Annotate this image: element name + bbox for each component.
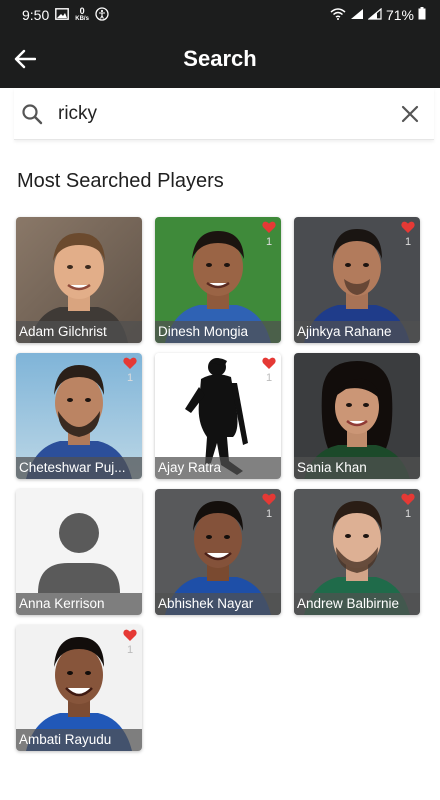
- player-name: Ambati Rayudu: [16, 729, 142, 751]
- search-input[interactable]: [50, 102, 392, 125]
- favorite-count: 1: [126, 372, 134, 384]
- player-name: Abhishek Nayar: [155, 593, 281, 615]
- favorite-badge[interactable]: 1: [400, 221, 416, 249]
- player-card[interactable]: 1 Cheteshwar Puj...: [16, 353, 142, 479]
- signal-icon-secondary: [367, 7, 382, 23]
- network-speed: 0 KB/s: [75, 7, 89, 23]
- signal-icon: [350, 7, 364, 23]
- favorite-count: 1: [265, 372, 273, 384]
- favorite-badge[interactable]: 1: [122, 629, 138, 657]
- player-card[interactable]: Sania Khan: [294, 353, 420, 479]
- favorite-count: 1: [126, 644, 134, 656]
- heart-icon: [123, 357, 137, 369]
- player-name: Adam Gilchrist: [16, 321, 142, 343]
- favorite-badge[interactable]: 1: [261, 221, 277, 249]
- heart-icon: [123, 629, 137, 641]
- player-name: Dinesh Mongia: [155, 321, 281, 343]
- player-card[interactable]: 1 Dinesh Mongia: [155, 217, 281, 343]
- favorite-count: 1: [404, 508, 412, 520]
- favorite-badge[interactable]: 1: [122, 357, 138, 385]
- player-card[interactable]: Adam Gilchrist: [16, 217, 142, 343]
- heart-icon: [262, 357, 276, 369]
- player-name: Andrew Balbirnie: [294, 593, 420, 615]
- back-arrow-icon: [14, 49, 36, 69]
- player-card[interactable]: 1 Ajinkya Rahane: [294, 217, 420, 343]
- heart-icon: [262, 221, 276, 233]
- favorite-badge[interactable]: 1: [261, 357, 277, 385]
- gallery-icon: [55, 7, 70, 23]
- favorite-count: 1: [265, 508, 273, 520]
- favorite-count: 1: [404, 236, 412, 248]
- player-card[interactable]: Anna Kerrison: [16, 489, 142, 615]
- status-time: 9:50: [22, 7, 50, 23]
- speed-value: 0: [79, 6, 85, 16]
- battery-percent: 71%: [385, 7, 414, 23]
- player-card[interactable]: 1 Ajay Ratra: [155, 353, 281, 479]
- heart-icon: [401, 221, 415, 233]
- clear-search-button[interactable]: [392, 96, 428, 132]
- close-icon: [401, 105, 419, 122]
- player-name: Ajay Ratra: [155, 457, 281, 479]
- players-grid: Adam Gilchrist 1 Dinesh Mongia 1 Ajinkya…: [16, 217, 422, 751]
- accessibility-icon: [95, 6, 109, 24]
- search-icon: [14, 96, 50, 132]
- app-bar: Search: [0, 30, 440, 88]
- favorite-badge[interactable]: 1: [261, 493, 277, 521]
- player-card[interactable]: 1 Ambati Rayudu: [16, 625, 142, 751]
- speed-unit: KB/s: [75, 16, 89, 22]
- heart-icon: [401, 493, 415, 505]
- wifi-icon: [330, 7, 346, 23]
- player-name: Cheteshwar Puj...: [16, 457, 142, 479]
- search-bar: [14, 88, 434, 140]
- back-button[interactable]: [10, 44, 40, 74]
- player-name: Anna Kerrison: [16, 593, 142, 615]
- player-name: Sania Khan: [294, 457, 420, 479]
- player-name: Ajinkya Rahane: [294, 321, 420, 343]
- battery-icon: [418, 7, 426, 23]
- status-bar: 9:50 0 KB/s 71%: [0, 0, 440, 30]
- favorite-badge[interactable]: 1: [400, 493, 416, 521]
- heart-icon: [262, 493, 276, 505]
- player-card[interactable]: 1 Abhishek Nayar: [155, 489, 281, 615]
- player-card[interactable]: 1 Andrew Balbirnie: [294, 489, 420, 615]
- page-title: Search: [183, 46, 257, 71]
- favorite-count: 1: [265, 236, 273, 248]
- section-title: Most Searched Players: [17, 170, 224, 192]
